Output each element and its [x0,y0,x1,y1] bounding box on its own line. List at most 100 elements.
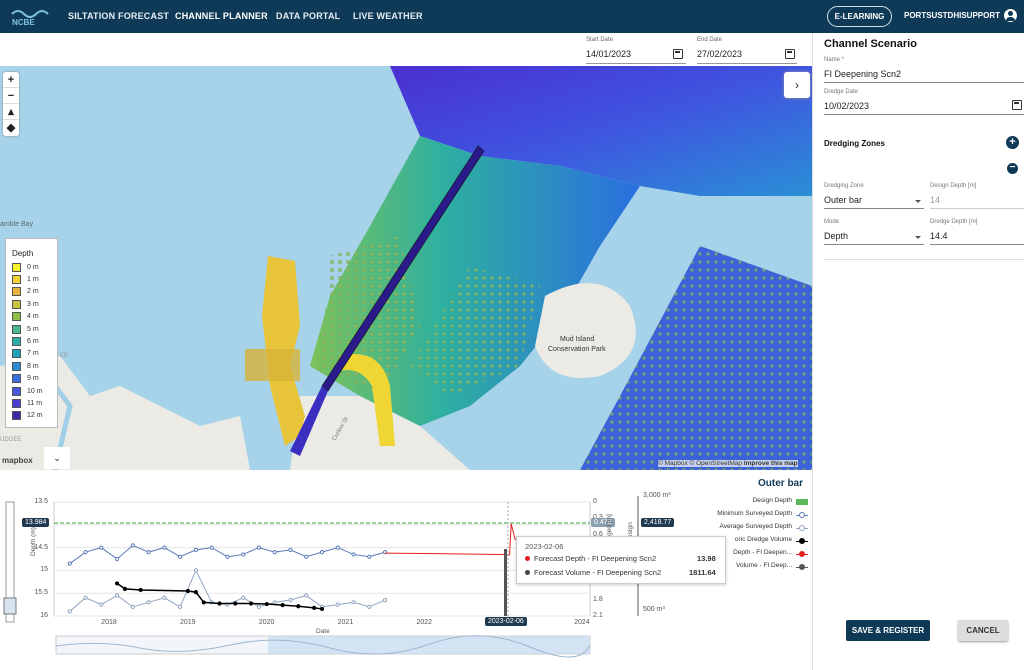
zone-select[interactable]: Outer bar [824,195,862,205]
chart-legend-item[interactable]: Design Depth [660,497,792,504]
data-point[interactable] [193,547,198,552]
data-point[interactable] [138,587,143,593]
data-point[interactable] [162,595,167,600]
data-point[interactable] [83,595,88,600]
remove-zone-icon[interactable]: − [1007,163,1018,174]
data-point[interactable] [256,545,262,550]
data-point[interactable] [288,597,293,603]
data-point[interactable] [367,604,372,609]
data-point[interactable] [241,552,246,557]
zone-label: Dredging Zone [824,183,864,189]
calendar-icon[interactable] [1012,100,1022,110]
attribution-text[interactable]: © Mapbox © OpenStreetMap [658,460,742,467]
data-point[interactable] [67,561,72,566]
chart-legend-item[interactable]: oric Dredge Volume [660,536,792,543]
data-point[interactable] [233,601,238,606]
data-point[interactable] [130,604,135,609]
end-date-input[interactable]: 27/02/2023 [697,49,742,59]
data-point[interactable] [351,552,356,557]
design-depth-input: 14 [930,195,941,205]
data-point[interactable] [114,556,120,562]
y2-tick-label: 0 [593,498,597,505]
nav-live-weather[interactable]: LIVE WEATHER [353,11,423,21]
data-point[interactable] [185,588,191,594]
data-point[interactable] [304,593,309,598]
data-point[interactable] [193,590,198,595]
data-point[interactable] [178,554,183,559]
calendar-icon[interactable] [785,49,795,59]
chevron-down-icon[interactable]: ⌄ [44,447,70,469]
data-point[interactable] [217,601,222,606]
data-point[interactable] [122,586,128,591]
start-date-input[interactable]: 14/01/2023 [586,49,631,59]
chart-legend-item[interactable]: Depth - FI Deepen... [660,549,792,556]
chart-legend-item[interactable]: Volume - FI Deep... [660,562,792,569]
data-point[interactable] [130,543,135,548]
data-point[interactable] [351,600,356,605]
name-input[interactable]: FI Deepening Scn2 [824,69,901,79]
data-point[interactable] [99,545,104,550]
data-point[interactable] [304,554,309,559]
data-point[interactable] [312,605,317,610]
improve-map-link[interactable]: Improve this map [744,460,798,467]
data-point[interactable] [272,550,277,555]
calendar-icon[interactable] [673,49,683,59]
save-register-button[interactable]: SAVE & REGISTER [846,620,930,641]
map-view[interactable]: amble Bay Mud Island Conservation Park U… [0,66,812,470]
data-point[interactable] [248,601,254,606]
layers-icon[interactable]: ◆ [3,120,19,136]
mapbox-logo[interactable]: mapbox [2,456,33,465]
data-point[interactable] [319,550,325,555]
data-point[interactable] [264,601,269,607]
data-point[interactable] [201,600,206,605]
data-point[interactable] [146,550,151,555]
legend-title: Depth [12,249,34,258]
data-point[interactable] [225,554,230,559]
cancel-button[interactable]: CANCEL [958,620,1008,641]
data-point[interactable] [193,568,198,573]
data-point[interactable] [114,581,120,586]
chevron-down-icon[interactable] [915,200,921,203]
data-point[interactable] [162,545,167,550]
design-depth-label: Design Depth [m] [930,183,977,189]
data-point[interactable] [241,595,246,600]
data-point[interactable] [280,603,285,608]
account-icon[interactable] [1004,9,1017,22]
data-point[interactable] [288,547,293,552]
data-point[interactable] [335,545,340,550]
chevron-down-icon[interactable] [915,236,921,239]
data-point[interactable] [335,602,340,607]
data-point[interactable] [114,593,120,598]
data-point[interactable] [67,609,72,614]
chart-legend-item[interactable]: Minimum Surveyed Depth [660,510,792,517]
compass-icon[interactable]: ▴ [3,104,19,120]
slider-handle[interactable] [3,597,17,615]
data-point[interactable] [382,597,388,603]
elearning-button[interactable]: E-LEARNING [827,6,892,27]
dredge-depth-input[interactable]: 14.4 [930,231,948,241]
add-zone-icon[interactable]: + [1006,136,1019,149]
zoom-out-button[interactable]: − [3,88,19,104]
data-point[interactable] [83,550,88,555]
dredge-date-input[interactable]: 10/02/2023 [824,101,869,111]
data-point[interactable] [367,554,372,559]
data-point[interactable] [146,600,151,605]
data-point[interactable] [178,604,183,609]
expand-panel-button[interactable]: › [784,72,810,98]
data-point[interactable] [296,604,301,609]
app-logo[interactable]: NCBE [8,6,56,28]
data-point[interactable] [209,545,214,550]
data-point[interactable] [99,602,104,607]
user-name[interactable]: PORTSUSTDHISUPPORT [904,11,1000,20]
west-shoal-tail [245,349,300,381]
zoom-in-button[interactable]: + [3,72,19,88]
nav-channel-planner[interactable]: CHANNEL PLANNER [175,11,268,21]
nav-data-portal[interactable]: DATA PORTAL [276,11,340,21]
nav-siltation-forecast[interactable]: SILTATION FORECAST [68,11,169,21]
chart-legend-item[interactable]: Average Surveyed Depth [660,523,792,530]
mode-select[interactable]: Depth [824,231,848,241]
data-point[interactable] [272,600,277,605]
legend-label: 2 m [27,288,39,296]
data-point[interactable] [319,606,325,612]
data-point[interactable] [256,604,262,609]
